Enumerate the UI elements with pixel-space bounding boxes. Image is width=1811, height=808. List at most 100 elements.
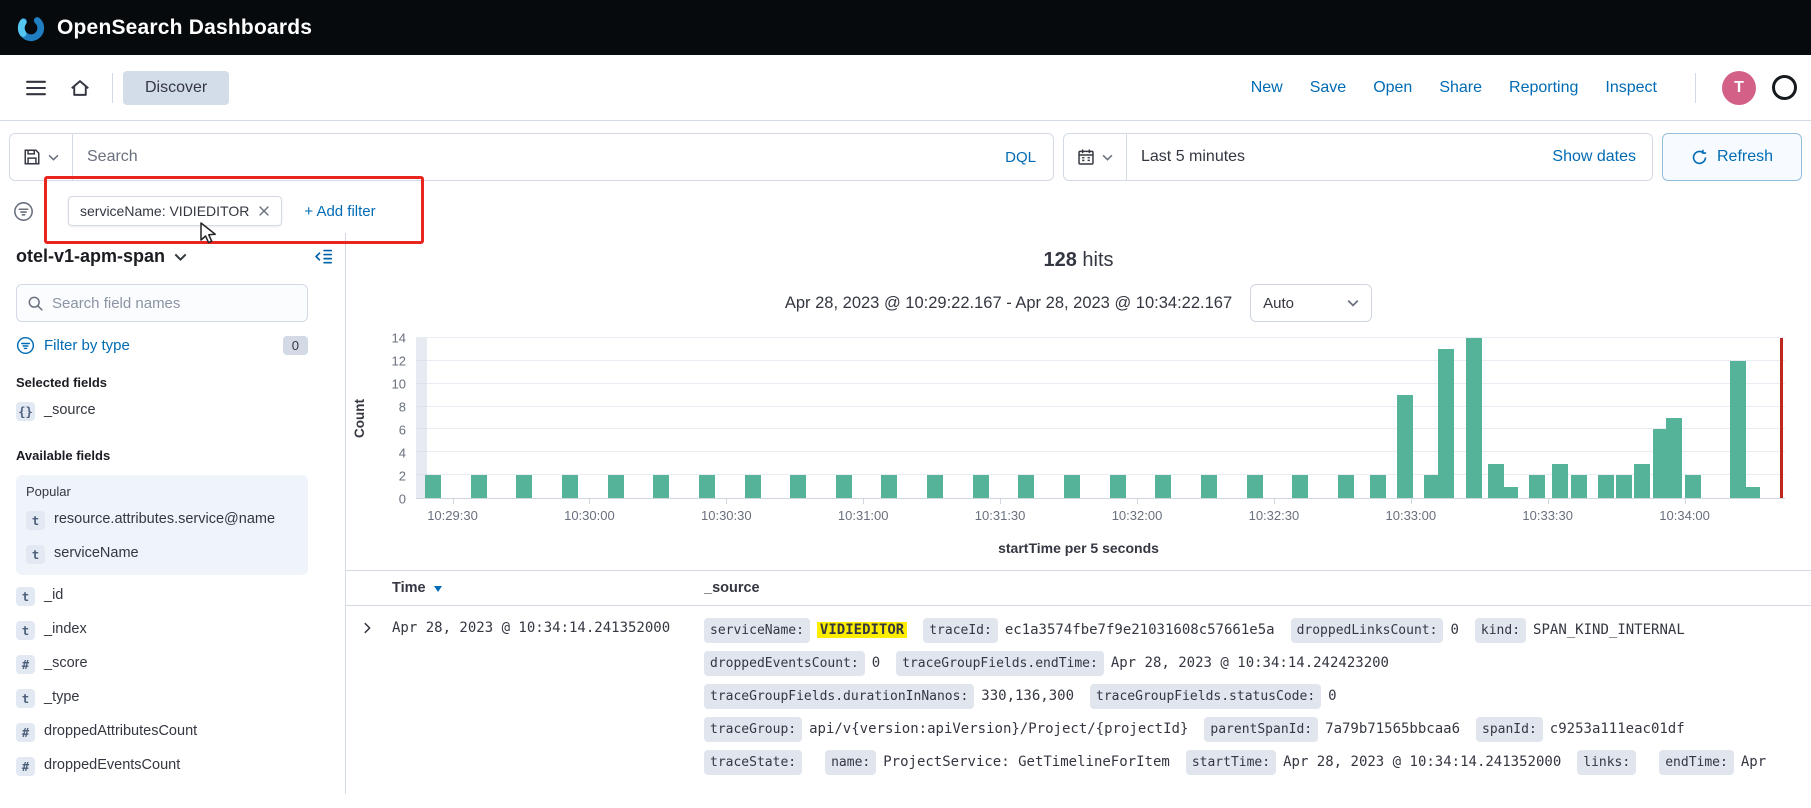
toolbar-action-share[interactable]: Share bbox=[1439, 79, 1482, 97]
toolbar-action-open[interactable]: Open bbox=[1373, 79, 1412, 97]
field-name: serviceName bbox=[54, 544, 139, 564]
chevron-down-icon bbox=[1347, 299, 1359, 307]
home-button[interactable] bbox=[58, 66, 102, 110]
histogram-bar[interactable] bbox=[1338, 475, 1354, 498]
histogram-bar[interactable] bbox=[745, 475, 761, 498]
histogram-bar[interactable] bbox=[608, 475, 624, 498]
y-tick-label: 8 bbox=[399, 400, 406, 415]
histogram-bar[interactable] bbox=[881, 475, 897, 498]
field-value: 0 bbox=[1328, 688, 1336, 704]
histogram-bar[interactable] bbox=[1292, 475, 1308, 498]
field-badge: startTime: bbox=[1186, 750, 1276, 775]
field-value: api/v{version:apiVersion}/Project/{proje… bbox=[809, 721, 1188, 737]
field-name: _index bbox=[44, 620, 87, 640]
histogram-bar[interactable] bbox=[425, 475, 441, 498]
toolbar-action-new[interactable]: New bbox=[1251, 79, 1283, 97]
index-pattern-selector[interactable]: otel-v1-apm-span bbox=[16, 246, 187, 267]
histogram-bar[interactable] bbox=[1064, 475, 1080, 498]
field-type-icon: # bbox=[16, 723, 35, 742]
histogram-bar[interactable] bbox=[562, 475, 578, 498]
histogram-bar[interactable] bbox=[1397, 395, 1413, 498]
toolbar-action-save[interactable]: Save bbox=[1310, 79, 1346, 97]
breadcrumb-discover[interactable]: Discover bbox=[123, 71, 229, 105]
histogram-bar[interactable] bbox=[790, 475, 806, 498]
collapse-sidebar-button[interactable] bbox=[310, 243, 337, 270]
toolbar-action-inspect[interactable]: Inspect bbox=[1605, 79, 1657, 97]
histogram-bar[interactable] bbox=[1155, 475, 1171, 498]
field-name: droppedAttributesCount bbox=[44, 722, 197, 742]
field-item-_type[interactable]: t_type bbox=[16, 681, 308, 715]
saved-query-menu-button[interactable] bbox=[10, 134, 73, 180]
histogram-bar[interactable] bbox=[1685, 475, 1701, 498]
menu-button[interactable] bbox=[14, 66, 58, 110]
x-tick-label: 10:31:30 bbox=[975, 508, 1026, 523]
histogram-bar[interactable] bbox=[1552, 464, 1568, 498]
histogram-bar[interactable] bbox=[1730, 361, 1746, 498]
gridline bbox=[416, 451, 1785, 452]
filter-pill-servicename[interactable]: serviceName: VIDIEDITOR bbox=[68, 196, 282, 226]
expand-row-button[interactable] bbox=[358, 619, 376, 637]
histogram-bar[interactable] bbox=[471, 475, 487, 498]
histogram-bar[interactable] bbox=[1247, 475, 1263, 498]
gridline bbox=[416, 383, 1785, 384]
field-item-serviceName[interactable]: tserviceName bbox=[26, 537, 318, 571]
field-name: _type bbox=[44, 688, 79, 708]
histogram-bar[interactable] bbox=[1502, 487, 1518, 498]
histogram-plot[interactable] bbox=[416, 338, 1785, 499]
histogram-bar[interactable] bbox=[1598, 475, 1614, 498]
filter-by-type-button[interactable]: Filter by type 0 bbox=[16, 336, 308, 355]
field-item-_source[interactable]: {}_source bbox=[16, 394, 308, 428]
x-tick-label: 10:32:00 bbox=[1112, 508, 1163, 523]
histogram-bar[interactable] bbox=[1666, 418, 1682, 498]
histogram-bar[interactable] bbox=[1110, 475, 1126, 498]
histogram-bar[interactable] bbox=[699, 475, 715, 498]
product-title: OpenSearch Dashboards bbox=[57, 16, 312, 40]
field-item-droppedEventsCount[interactable]: #droppedEventsCount bbox=[16, 749, 308, 783]
field-item-_score[interactable]: #_score bbox=[16, 647, 308, 681]
histogram-bar[interactable] bbox=[1018, 475, 1034, 498]
field-item-_index[interactable]: t_index bbox=[16, 613, 308, 647]
show-dates-button[interactable]: Show dates bbox=[1536, 148, 1652, 166]
field-item-_id[interactable]: t_id bbox=[16, 579, 308, 613]
histogram-bar[interactable] bbox=[836, 475, 852, 498]
remove-filter-icon[interactable] bbox=[258, 205, 270, 217]
y-tick-label: 10 bbox=[392, 377, 406, 392]
interval-select[interactable]: Auto bbox=[1250, 284, 1372, 322]
histogram-bar[interactable] bbox=[1616, 475, 1632, 498]
histogram-bar[interactable] bbox=[1634, 464, 1650, 498]
histogram-bar[interactable] bbox=[1466, 338, 1482, 498]
x-tick-label: 10:30:30 bbox=[701, 508, 752, 523]
add-filter-button[interactable]: + Add filter bbox=[304, 203, 375, 220]
search-input[interactable] bbox=[73, 148, 988, 166]
source-column-header: _source bbox=[704, 580, 1811, 596]
histogram-bar[interactable] bbox=[516, 475, 532, 498]
histogram-bar[interactable] bbox=[653, 475, 669, 498]
account-icon[interactable] bbox=[1772, 75, 1797, 100]
user-avatar[interactable]: T bbox=[1722, 71, 1756, 105]
field-search-input[interactable] bbox=[52, 295, 297, 312]
source-line: traceState:name:ProjectService: GetTimel… bbox=[704, 750, 1811, 775]
current-time-marker bbox=[1780, 338, 1783, 498]
histogram-bar[interactable] bbox=[1438, 349, 1454, 498]
opensearch-logo-icon[interactable] bbox=[16, 13, 46, 43]
global-header: OpenSearch Dashboards bbox=[0, 0, 1811, 55]
histogram-bar[interactable] bbox=[1571, 475, 1587, 498]
time-range-label[interactable]: Last 5 minutes bbox=[1127, 148, 1536, 166]
field-value: Apr 28, 2023 @ 10:34:14.241352000 bbox=[1283, 754, 1561, 770]
field-name: _score bbox=[44, 654, 88, 674]
quick-select-menu-button[interactable] bbox=[1064, 134, 1127, 180]
query-language-button[interactable]: DQL bbox=[988, 149, 1053, 166]
histogram-bar[interactable] bbox=[1370, 475, 1386, 498]
histogram-bar[interactable] bbox=[1744, 487, 1760, 498]
field-item-droppedAttributesCount[interactable]: # droppedAttributesCount bbox=[16, 715, 308, 749]
histogram-bar[interactable] bbox=[927, 475, 943, 498]
time-column-header[interactable]: Time bbox=[392, 580, 704, 596]
refresh-button[interactable]: Refresh bbox=[1662, 133, 1802, 181]
toolbar-action-reporting[interactable]: Reporting bbox=[1509, 79, 1578, 97]
field-name: resource.attributes.service@name bbox=[54, 510, 275, 530]
histogram-bar[interactable] bbox=[1529, 475, 1545, 498]
histogram-bar[interactable] bbox=[973, 475, 989, 498]
field-type-icon: t bbox=[26, 511, 45, 530]
histogram-bar[interactable] bbox=[1201, 475, 1217, 498]
field-item-resource.attributes.service@name[interactable]: t resource.attributes.service@name bbox=[26, 503, 318, 537]
